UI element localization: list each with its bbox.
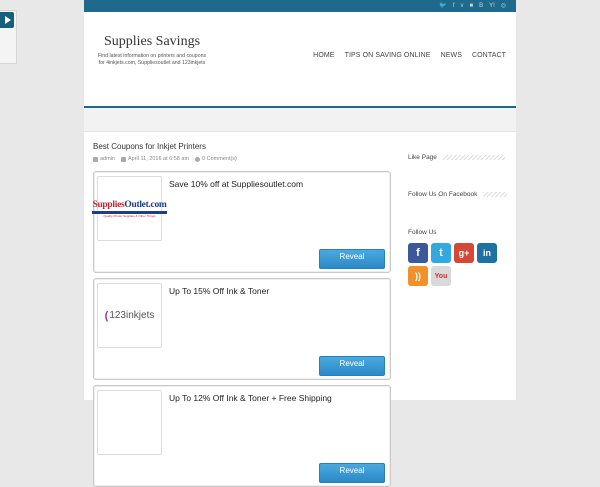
coupon-logo: (123inkjets: [97, 283, 162, 348]
coupon-logo: SuppliesOutlet.com Quality Printer Suppl…: [92, 176, 167, 241]
comment-icon: [195, 156, 201, 162]
coupon-title: Up To 12% Off Ink & Toner + Free Shippin…: [169, 393, 332, 403]
post-meta: admin April 11, 2016 at 6:58 am 0 Commen…: [93, 156, 237, 162]
widget-like-page: Like Page: [408, 154, 505, 161]
site-tagline: Find latest information on printers and …: [97, 53, 207, 66]
facebook-icon[interactable]: f: [453, 0, 455, 12]
widget-title: Follow Us On Facebook: [408, 191, 478, 198]
coupon-card: SuppliesOutlet.com Quality Printer Suppl…: [92, 171, 391, 273]
reveal-button[interactable]: Reveal: [319, 356, 385, 376]
delicious-icon[interactable]: ■: [469, 0, 473, 12]
top-bar: 🐦 f v ■ B Y! ◎: [84, 0, 516, 12]
logo-text-outlet: Outlet.com: [124, 199, 167, 210]
post-comments[interactable]: 0 Comment(s): [202, 156, 237, 162]
logo-text: 123inkjets: [109, 310, 155, 321]
post-date: April 11, 2016 at 6:58 am: [127, 156, 190, 162]
linkedin-icon[interactable]: in: [477, 243, 497, 263]
nav-news[interactable]: NEWS: [441, 52, 462, 59]
widget-title: Like Page: [408, 154, 437, 161]
page-container: 🐦 f v ■ B Y! ◎ Supplies Savings Find lat…: [84, 0, 516, 487]
site-logo[interactable]: Supplies Savings Find latest information…: [92, 33, 212, 67]
play-icon[interactable]: [0, 12, 14, 28]
vimeo-icon[interactable]: v: [460, 0, 463, 12]
main-nav: HOME TIPS ON SAVING ONLINE NEWS CONTACT: [313, 52, 506, 59]
logo-subtext: Quality Printer Supplies & Other Things: [103, 213, 156, 218]
twitter-icon[interactable]: t: [431, 243, 451, 263]
post-title[interactable]: Best Coupons for Inkjet Printers: [93, 142, 206, 151]
social-icons-row: f t g+ in: [408, 243, 497, 263]
widget-follow-us: Follow Us: [408, 229, 437, 236]
rss-icon[interactable]: )): [408, 266, 428, 286]
yahoo-icon[interactable]: Y!: [489, 0, 495, 12]
logo-text-supplies: Supplies: [92, 199, 125, 210]
rss-icon[interactable]: ◎: [501, 0, 506, 12]
coupon-card: Up To 12% Off Ink & Toner + Free Shippin…: [93, 385, 391, 487]
reveal-button[interactable]: Reveal: [319, 249, 385, 269]
blogger-icon[interactable]: B: [479, 0, 483, 12]
site-title[interactable]: Supplies Savings: [92, 33, 212, 50]
nav-tips[interactable]: TIPS ON SAVING ONLINE: [345, 52, 431, 59]
reveal-button[interactable]: Reveal: [319, 463, 385, 483]
widget-title: Follow Us: [408, 229, 437, 236]
coupon-title: Up To 15% Off Ink & Toner: [169, 286, 270, 296]
nav-contact[interactable]: CONTACT: [472, 52, 506, 59]
site-header: Supplies Savings Find latest information…: [84, 12, 516, 108]
calendar-icon: [120, 156, 126, 162]
widget-follow-facebook: Follow Us On Facebook: [408, 191, 508, 198]
social-icons-row: )) You: [408, 266, 451, 286]
youtube-icon[interactable]: You: [431, 266, 451, 286]
facebook-icon[interactable]: f: [408, 243, 428, 263]
user-icon: [93, 156, 98, 162]
post-author[interactable]: admin: [100, 156, 115, 162]
google-plus-icon[interactable]: g+: [454, 243, 474, 263]
coupon-title: Save 10% off at Suppliesoutlet.com: [169, 179, 304, 189]
twitter-icon[interactable]: 🐦: [439, 0, 446, 12]
nav-home[interactable]: HOME: [313, 52, 334, 59]
header-band: [84, 108, 516, 132]
coupon-card: (123inkjets Up To 15% Off Ink & Toner Re…: [93, 278, 391, 380]
